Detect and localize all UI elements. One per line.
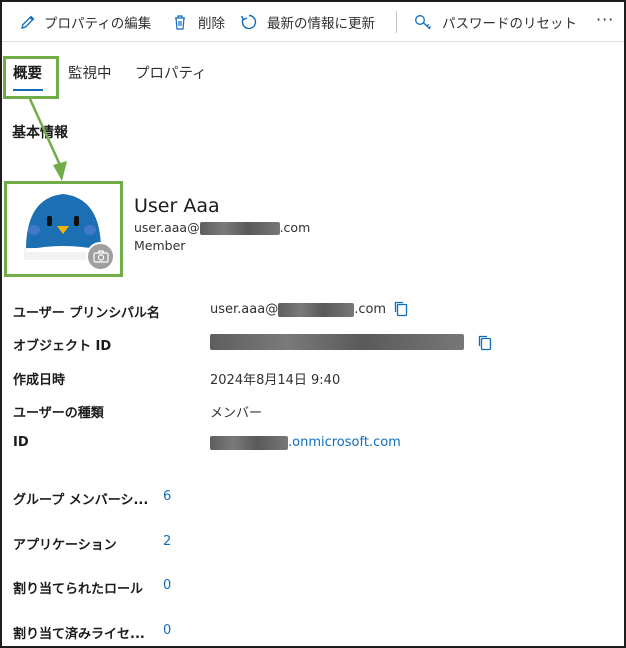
tab-monitoring[interactable]: 監視中: [68, 62, 112, 83]
pencil-icon: [21, 15, 35, 29]
group-membership-count[interactable]: 6: [163, 489, 171, 504]
reset-password-button[interactable]: パスワードのリセット: [414, 12, 577, 32]
user-email-suffix: .com: [279, 220, 311, 235]
created-label: 作成日時: [13, 373, 66, 388]
user-display-name: User Aaa: [134, 195, 220, 217]
camera-icon: [92, 250, 109, 263]
redacted-text: [210, 334, 464, 350]
redacted-text: [278, 302, 355, 317]
toolbar-divider: [396, 11, 397, 33]
object-id-value: [210, 334, 464, 350]
refresh-icon: [240, 14, 257, 30]
user-email: user.aaa@ .com: [134, 220, 310, 235]
annotation-arrow: [28, 98, 67, 181]
upn-label: ユーザー プリンシパル名: [13, 306, 160, 321]
change-photo-button[interactable]: [86, 242, 115, 271]
group-membership-label: グループ メンバーシ...: [13, 493, 149, 508]
more-label: ···: [596, 10, 615, 29]
user-type-value: メンバー: [210, 406, 263, 421]
more-button[interactable]: ···: [596, 10, 614, 29]
tab-properties[interactable]: プロパティ: [135, 62, 207, 83]
user-email-prefix: user.aaa@: [134, 220, 200, 235]
key-icon: [415, 15, 432, 30]
user-type-label: ユーザーの種類: [13, 406, 104, 421]
upn-suffix: .com: [354, 302, 387, 317]
id-label: ID: [13, 435, 29, 450]
applications-count[interactable]: 2: [163, 534, 171, 549]
assigned-licenses-label: 割り当て済みライセ...: [13, 627, 145, 642]
id-domain-link[interactable]: .onmicrosoft.com: [288, 435, 401, 450]
edit-properties-label: プロパティの編集: [44, 16, 152, 32]
refresh-label: 最新の情報に更新: [267, 16, 375, 32]
object-id-label: オブジェクト ID: [13, 339, 112, 354]
assigned-roles-count[interactable]: 0: [163, 578, 171, 593]
upn-value: user.aaa@ .com: [210, 302, 386, 317]
upn-prefix: user.aaa@: [210, 302, 279, 317]
overview-tab-highlight: [3, 56, 59, 99]
edit-properties-button[interactable]: プロパティの編集: [20, 12, 151, 32]
trash-icon: [175, 14, 185, 30]
id-value[interactable]: .onmicrosoft.com: [210, 435, 401, 450]
reset-password-label: パスワードのリセット: [442, 16, 577, 32]
assigned-roles-label: 割り当てられたロール: [13, 582, 144, 597]
redacted-text: [210, 435, 288, 450]
applications-label: アプリケーション: [13, 538, 117, 553]
user-role: Member: [134, 238, 186, 253]
copy-icon[interactable]: [477, 334, 493, 351]
delete-button[interactable]: 削除: [172, 12, 225, 32]
created-value: 2024年8月14日 9:40: [210, 373, 341, 388]
copy-icon[interactable]: [393, 300, 409, 317]
refresh-button[interactable]: 最新の情報に更新: [240, 12, 375, 32]
assigned-licenses-count[interactable]: 0: [163, 623, 171, 638]
delete-label: 削除: [198, 16, 225, 32]
command-bar: プロパティの編集 削除 最新の情報に更新 パスワードのリセット ···: [2, 2, 624, 42]
redacted-text: [199, 222, 280, 235]
